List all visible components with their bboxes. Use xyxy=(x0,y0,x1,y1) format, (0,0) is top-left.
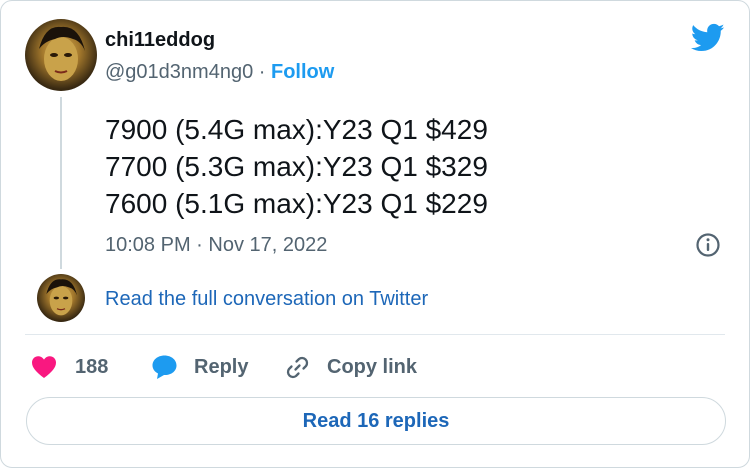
info-icon[interactable] xyxy=(695,232,721,258)
embedded-tweet-card: chi11eddog @g01d3nm4ng0 · Follow 7900 (5… xyxy=(0,0,750,468)
thread-line xyxy=(60,97,62,269)
like-button[interactable]: 188 xyxy=(31,349,108,385)
copy-link-button[interactable]: Copy link xyxy=(284,349,417,385)
author-handle-row: @g01d3nm4ng0 · Follow xyxy=(105,61,334,84)
like-count: 188 xyxy=(75,355,109,378)
author-display-name[interactable]: chi11eddog xyxy=(105,29,215,52)
tweet-actions: 188 Reply Copy link xyxy=(1,349,749,385)
tweet-text: 7900 (5.4G max):Y23 Q1 $429 7700 (5.3G m… xyxy=(105,111,488,222)
tweet-line: 7700 (5.3G max):Y23 Q1 $329 xyxy=(105,151,488,182)
reply-label: Reply xyxy=(194,355,249,378)
author-avatar[interactable] xyxy=(25,19,97,91)
divider xyxy=(25,334,725,335)
author-avatar-small[interactable] xyxy=(37,274,85,322)
read-replies-button[interactable]: Read 16 replies xyxy=(26,397,726,445)
read-replies-label: Read 16 replies xyxy=(302,409,450,432)
read-conversation-link[interactable]: Read the full conversation on Twitter xyxy=(105,288,428,311)
link-icon xyxy=(286,356,309,378)
tweet-timestamp[interactable]: 10:08 PM · Nov 17, 2022 xyxy=(105,234,327,257)
follow-link[interactable]: Follow xyxy=(271,61,334,83)
copy-link-label: Copy link xyxy=(327,355,418,378)
heart-icon xyxy=(32,356,56,378)
author-handle[interactable]: @g01d3nm4ng0 xyxy=(105,61,253,83)
twitter-bird-icon[interactable] xyxy=(691,23,725,53)
handle-separator: · xyxy=(258,61,266,83)
tweet-line: 7600 (5.1G max):Y23 Q1 $229 xyxy=(105,188,488,219)
tweet-line: 7900 (5.4G max):Y23 Q1 $429 xyxy=(105,114,488,145)
reply-button[interactable]: Reply xyxy=(151,349,248,385)
speech-bubble-icon xyxy=(152,355,177,379)
